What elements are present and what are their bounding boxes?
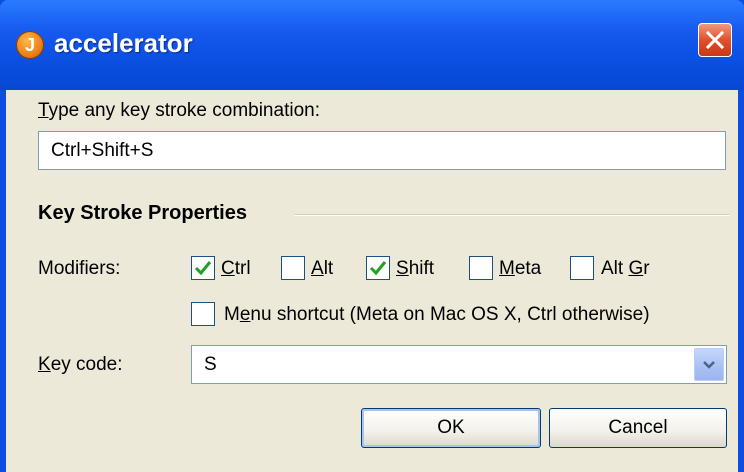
alt-label[interactable]: Alt (311, 258, 333, 280)
java-app-icon: J (16, 31, 44, 59)
dialog-window: J accelerator Type any key stroke combin… (0, 0, 744, 472)
key-stroke-input[interactable]: Ctrl+Shift+S (38, 131, 726, 170)
close-icon (705, 30, 725, 50)
modifiers-label: Modifiers: (38, 258, 121, 279)
alt-checkbox[interactable] (281, 256, 305, 280)
key-code-value: S (204, 354, 217, 375)
alt-gr-checkbox[interactable] (570, 256, 594, 280)
shift-checkbox[interactable] (366, 256, 390, 280)
section-divider (294, 214, 730, 216)
menu-shortcut-checkbox[interactable] (191, 302, 215, 326)
alt-gr-label[interactable]: Alt Gr (601, 258, 650, 280)
menu-shortcut-label[interactable]: Menu shortcut (Meta on Mac OS X, Ctrl ot… (224, 304, 650, 326)
ctrl-label[interactable]: Ctrl (221, 258, 251, 280)
chevron-down-icon (703, 361, 715, 369)
cancel-button[interactable]: Cancel (549, 408, 727, 448)
check-icon (369, 261, 387, 276)
meta-checkbox[interactable] (469, 256, 493, 280)
meta-label[interactable]: Meta (499, 258, 541, 280)
shift-label[interactable]: Shift (396, 258, 434, 280)
window-title: accelerator (54, 28, 193, 58)
check-icon (194, 261, 212, 276)
dropdown-button[interactable] (694, 348, 724, 381)
close-button[interactable] (698, 23, 732, 57)
ctrl-checkbox[interactable] (191, 256, 215, 280)
title-bar[interactable]: J accelerator (0, 0, 744, 90)
section-title: Key Stroke Properties (38, 202, 247, 224)
key-code-label: Key code: (38, 354, 123, 375)
dialog-content: Type any key stroke combination: Ctrl+Sh… (6, 90, 738, 472)
ok-button[interactable]: OK (361, 408, 541, 448)
prompt-label: Type any key stroke combination: (38, 100, 320, 121)
key-code-select[interactable]: S (191, 345, 727, 384)
